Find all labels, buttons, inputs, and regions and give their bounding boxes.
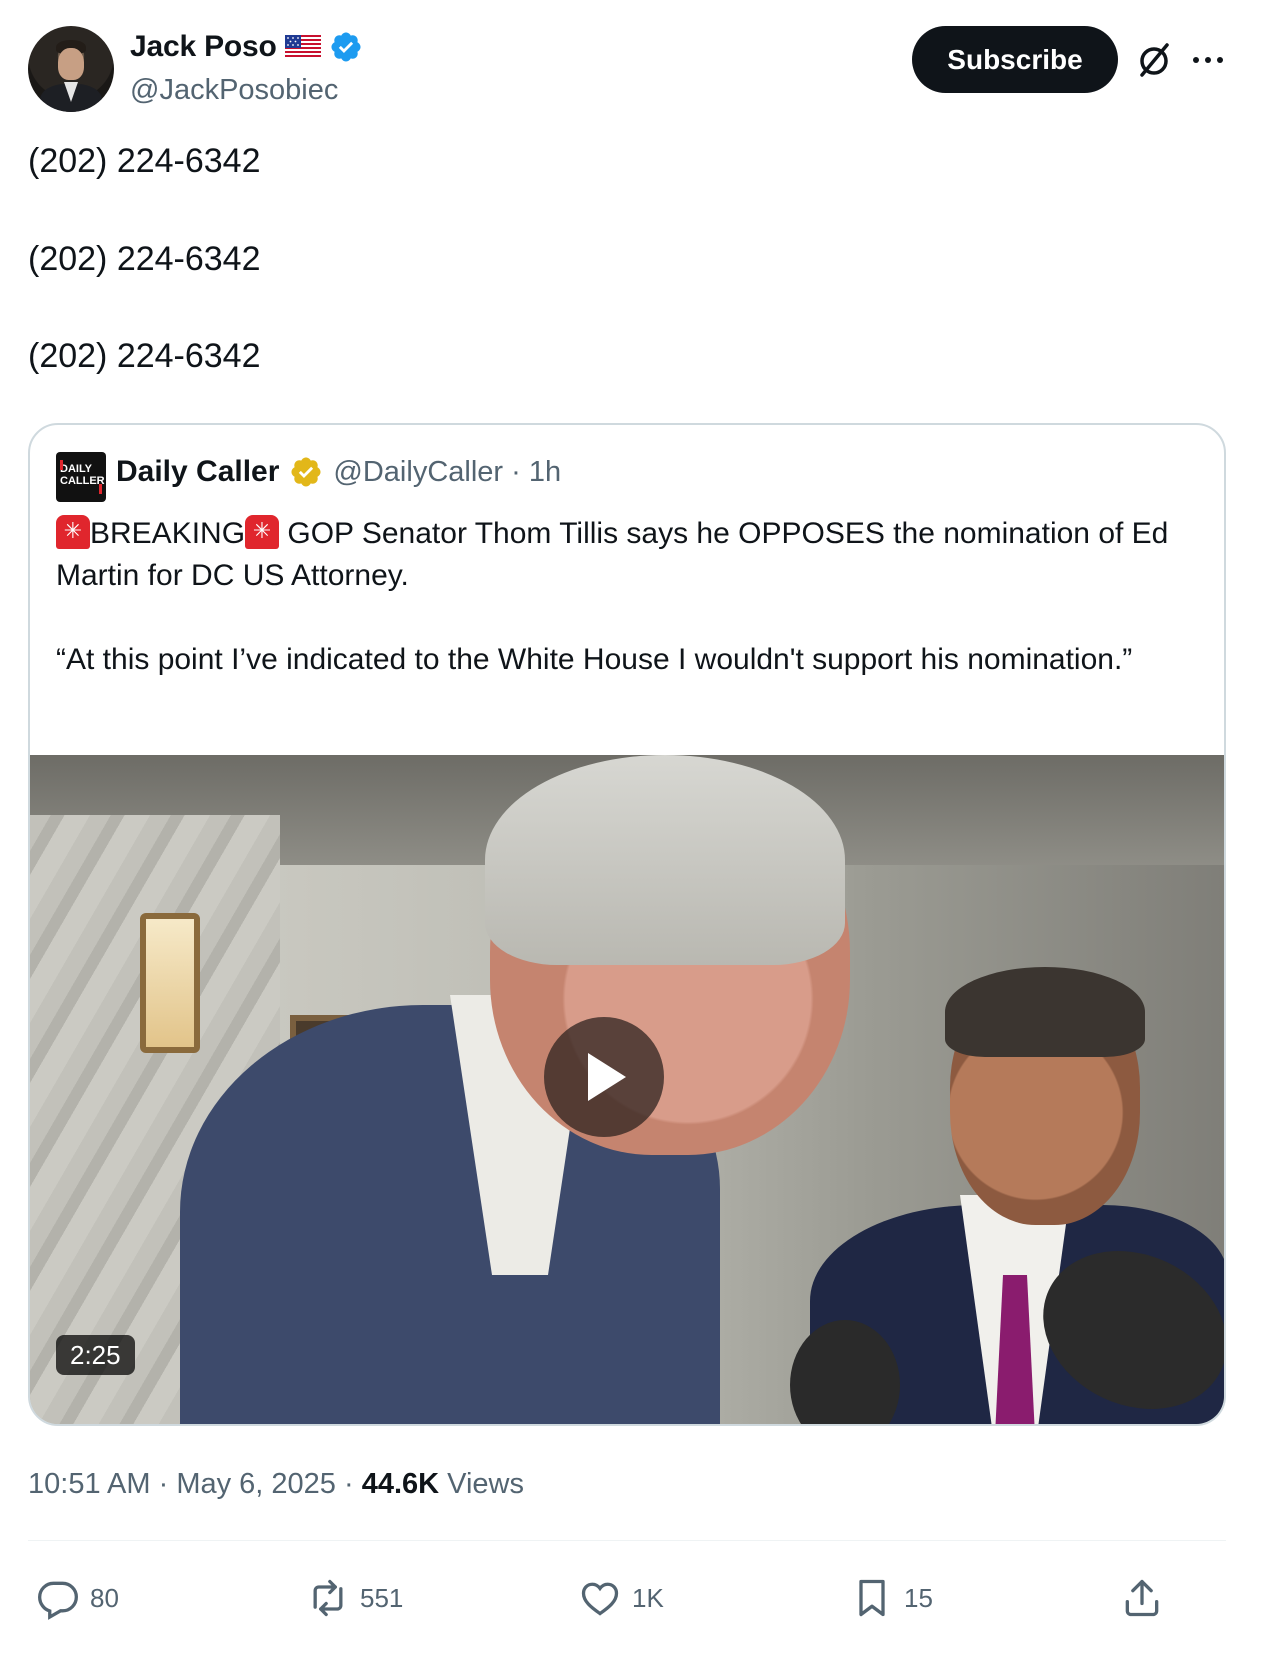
- quoted-tweet-text: BREAKING GOP Senator Thom Tillis says he…: [56, 513, 1196, 723]
- divider: [28, 1540, 1226, 1541]
- subscribe-button[interactable]: Subscribe: [912, 26, 1118, 93]
- tweet-text-line: (202) 224-6342: [28, 337, 261, 375]
- quoted-handle-time[interactable]: @DailyCaller · 1h: [333, 456, 561, 489]
- siren-emoji-icon: [56, 515, 90, 549]
- video-player[interactable]: 2:25: [30, 755, 1224, 1424]
- reply-count: 80: [90, 1582, 119, 1613]
- author-display-name[interactable]: Jack Poso: [130, 30, 277, 64]
- play-button[interactable]: [544, 1017, 664, 1137]
- share-icon: [1125, 1579, 1159, 1617]
- siren-emoji-icon: [245, 515, 280, 549]
- gold-verified-badge-icon[interactable]: [289, 455, 323, 489]
- action-bar: 80 551 1K 15: [0, 1570, 1274, 1630]
- like-count: 1K: [632, 1582, 664, 1613]
- bookmark-count: 15: [904, 1582, 933, 1613]
- like-button[interactable]: 1K: [578, 1570, 664, 1626]
- us-flag-icon: [284, 35, 321, 59]
- bookmark-icon: [859, 1579, 885, 1617]
- play-icon: [588, 1053, 626, 1101]
- verified-badge-icon[interactable]: [329, 30, 363, 64]
- views-count: 44.6K: [361, 1468, 440, 1500]
- quoted-author-name[interactable]: Daily Caller: [116, 455, 279, 489]
- tweet-text-line: (202) 224-6342: [28, 142, 261, 180]
- repost-button[interactable]: 551: [306, 1570, 403, 1626]
- tweet-time[interactable]: 10:51 AM: [28, 1468, 151, 1500]
- author-name-row: Jack Poso: [130, 30, 363, 64]
- breaking-label: BREAKING: [90, 517, 246, 550]
- repost-count: 551: [360, 1582, 404, 1613]
- bookmark-button[interactable]: 15: [850, 1570, 933, 1626]
- tweet-date[interactable]: May 6, 2025: [176, 1468, 336, 1500]
- grok-icon[interactable]: [1134, 40, 1174, 80]
- daily-caller-logo: DAILY CALLER: [56, 452, 106, 502]
- views-label: Views: [447, 1468, 524, 1500]
- quoted-tweet-header: Daily Caller @DailyCaller · 1h: [116, 455, 561, 489]
- more-options-icon[interactable]: [1190, 46, 1226, 74]
- quoted-tweet-card[interactable]: DAILY CALLER Daily Caller @DailyCaller ·…: [28, 423, 1226, 1426]
- tweet-page: Jack Poso @JackPosobiec Subscribe (202) …: [0, 0, 1274, 1656]
- tweet-meta: 10:51 AM · May 6, 2025 · 44.6K Views: [28, 1468, 524, 1500]
- reply-button[interactable]: 80: [36, 1570, 119, 1626]
- video-duration: 2:25: [56, 1335, 135, 1375]
- quoted-text-para2: “At this point I’ve indicated to the Whi…: [56, 643, 1133, 676]
- author-avatar[interactable]: [28, 26, 114, 112]
- tweet-text-line: (202) 224-6342: [28, 240, 261, 278]
- wall-sconce: [140, 913, 200, 1053]
- share-button[interactable]: [1120, 1570, 1164, 1626]
- repost-icon: [313, 1579, 343, 1617]
- author-handle[interactable]: @JackPosobiec: [130, 74, 338, 107]
- reply-icon: [38, 1581, 78, 1620]
- heart-icon: [581, 1582, 619, 1616]
- daily-caller-logo-text: DAILY CALLER: [60, 463, 105, 487]
